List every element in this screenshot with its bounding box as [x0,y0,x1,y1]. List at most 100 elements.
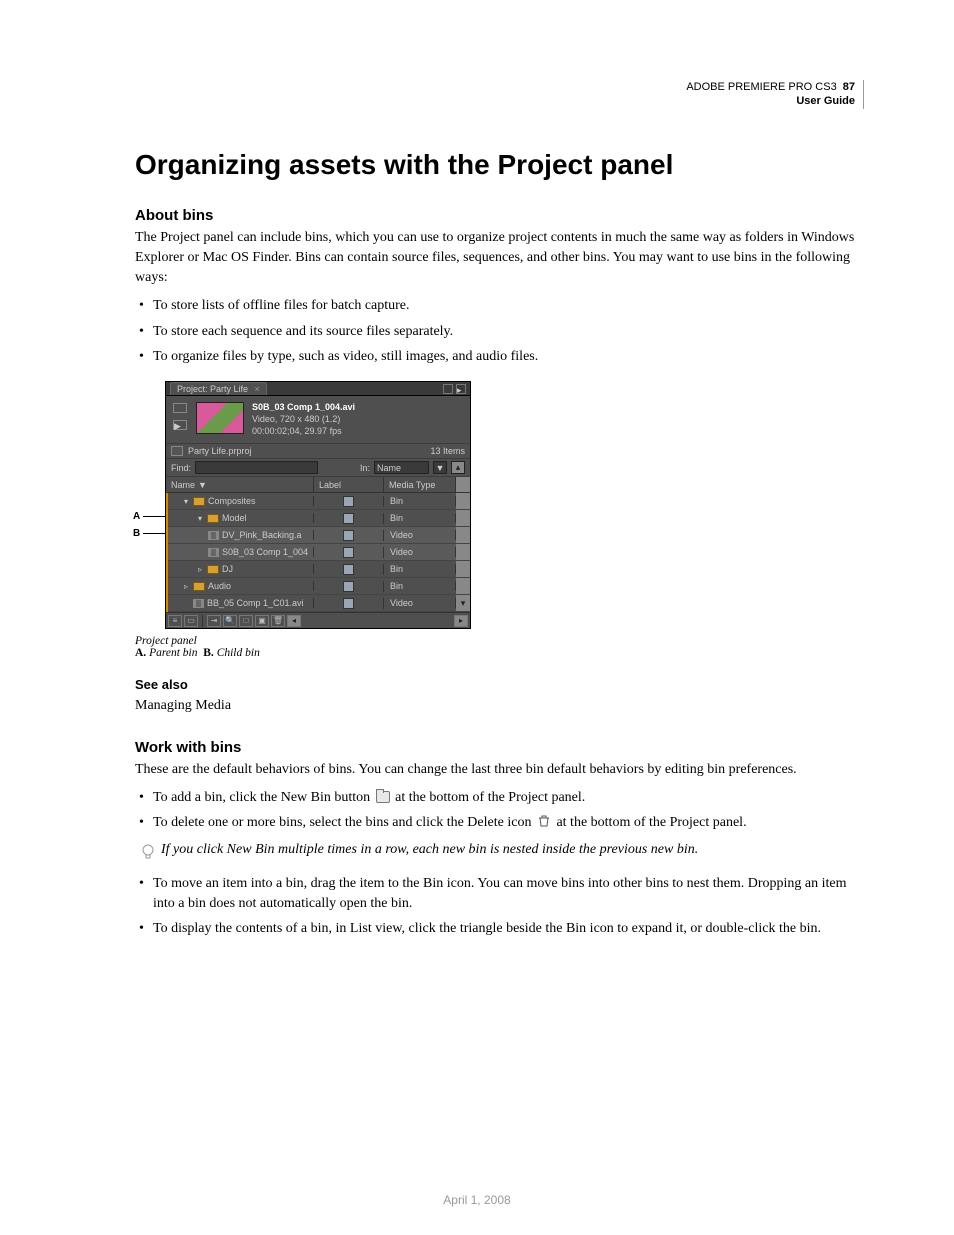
find-label: Find: [171,463,191,473]
label-swatch [343,564,354,575]
in-label: In: [360,463,370,473]
folder-icon [207,565,219,574]
clip-meta-line: 00:00:02;04, 29.97 fps [252,426,342,436]
about-bins-heading: About bins [135,207,864,224]
column-header-row: Name ▼ Label Media Type [166,477,470,493]
find-button[interactable]: 🔍 [223,615,237,627]
panel-tab-bar: Project: Party Life × ▸ [166,382,470,396]
scroll-right-icon[interactable]: ▸ [454,615,468,627]
delete-button[interactable]: 🗑 [271,615,285,627]
label-swatch [343,598,354,609]
about-bins-para: The Project panel can include bins, whic… [135,228,864,289]
list-item: To store each sequence and its source fi… [135,322,864,342]
item-count: 13 Items [430,446,465,456]
clip-icon [208,548,219,557]
disclosure-triangle-icon[interactable]: ▾ [196,514,204,523]
column-header-name[interactable]: Name ▼ [166,477,314,492]
table-row[interactable]: ▹DJ Bin [168,561,470,578]
list-item: To store lists of offline files for batc… [135,296,864,316]
sort-arrow-icon: ▼ [198,480,207,490]
automate-button[interactable]: ⇥ [207,615,221,627]
close-icon[interactable]: × [255,384,260,394]
work-with-bins-heading: Work with bins [135,739,864,756]
product-name: ADOBE PREMIERE PRO CS3 [686,81,836,93]
folder-icon [207,514,219,523]
clip-thumbnail [196,402,244,434]
poster-frame-icon[interactable] [173,403,187,413]
project-panel-figure: A B Project: Party Life × ▸ [165,381,864,629]
callout-a: A [133,511,165,522]
about-bins-list: To store lists of offline files for batc… [135,296,864,367]
tip-note: If you click New Bin multiple times in a… [141,842,864,862]
new-bin-button[interactable]: □ [239,615,253,627]
folder-icon [193,497,205,506]
table-row[interactable]: BB_05 Comp 1_C01.avi Video ▾ [168,595,470,612]
project-row: Party Life.prproj 13 Items [166,443,470,459]
in-select[interactable] [374,461,429,474]
label-swatch [343,530,354,541]
clip-name: S0B_03 Comp 1_004.avi [252,402,355,412]
new-item-button[interactable]: ▣ [255,615,269,627]
table-row[interactable]: DV_Pink_Backing.a Video [168,527,470,544]
page-number: 87 [843,81,855,93]
project-icon [171,446,183,456]
list-item: To delete one or more bins, select the b… [135,813,864,833]
new-bin-icon [376,791,390,803]
panel-flyout-icon[interactable]: ▸ [456,384,466,394]
list-item: To display the contents of a bin, in Lis… [135,919,864,939]
table-row[interactable]: ▾Composites Bin [168,493,470,510]
play-icon[interactable]: ▶ [173,420,187,430]
lightbulb-icon [141,844,155,862]
list-view-button[interactable]: ≡ [168,615,182,627]
find-row: Find: In: ▼ ▴ [166,459,470,477]
bin-list: ▾Composites Bin ▾Model Bin DV_Pink_Backi… [166,493,470,612]
disclosure-triangle-icon[interactable]: ▹ [182,582,190,591]
chevron-down-icon[interactable]: ▼ [433,461,447,474]
scroll-down-icon[interactable]: ▾ [456,595,470,611]
label-swatch [343,581,354,592]
clip-metadata: S0B_03 Comp 1_004.avi Video, 720 x 480 (… [252,402,355,437]
column-header-type[interactable]: Media Type [384,477,456,492]
panel-toolbar: ≡ ▭ ⇥ 🔍 □ ▣ 🗑 ◂ ▸ [166,612,470,628]
label-swatch [343,513,354,524]
work-with-bins-para: These are the default behaviors of bins.… [135,760,864,780]
trash-icon [537,814,551,826]
clip-icon [193,599,204,608]
disclosure-triangle-icon[interactable]: ▹ [196,565,204,574]
work-bins-list-1: To add a bin, click the New Bin button a… [135,788,864,834]
project-panel: Project: Party Life × ▸ ▶ [165,381,471,629]
folder-icon [193,582,205,591]
list-item: To add a bin, click the New Bin button a… [135,788,864,808]
list-item: To move an item into a bin, drag the ite… [135,874,864,915]
panel-tab[interactable]: Project: Party Life × [170,382,267,395]
see-also-heading: See also [135,677,864,692]
scroll-left-icon[interactable]: ◂ [287,615,301,627]
label-swatch [343,496,354,507]
table-row[interactable]: ▹Audio Bin [168,578,470,595]
clip-meta-line: Video, 720 x 480 (1.2) [252,414,340,424]
find-input[interactable] [195,461,318,474]
project-filename: Party Life.prproj [188,446,252,456]
list-item: To organize files by type, such as video… [135,347,864,367]
work-bins-list-2: To move an item into a bin, drag the ite… [135,874,864,940]
panel-menu-icon[interactable] [443,384,453,394]
scroll-up-icon[interactable]: ▴ [451,461,465,474]
footer-date: April 1, 2008 [0,1193,954,1207]
page-title: Organizing assets with the Project panel [135,149,864,181]
figure-caption: Project panel A. Parent bin B. Child bin [135,635,864,659]
clip-icon [208,531,219,540]
icon-view-button[interactable]: ▭ [184,615,198,627]
table-row[interactable]: S0B_03 Comp 1_004 Video [168,544,470,561]
column-header-label[interactable]: Label [314,477,384,492]
disclosure-triangle-icon[interactable]: ▾ [182,497,190,506]
table-row[interactable]: ▾Model Bin [168,510,470,527]
label-swatch [343,547,354,558]
see-also-link[interactable]: Managing Media [135,698,231,713]
preview-area: ▶ S0B_03 Comp 1_004.avi Video, 720 x 480… [166,396,470,443]
guide-name: User Guide [796,95,855,107]
page-header: ADOBE PREMIERE PRO CS3 87 User Guide [135,80,864,109]
callout-b: B [133,528,165,539]
tab-title: Project: Party Life [177,384,248,394]
tip-text: If you click New Bin multiple times in a… [161,842,698,858]
scrollbar-track[interactable] [456,477,470,492]
